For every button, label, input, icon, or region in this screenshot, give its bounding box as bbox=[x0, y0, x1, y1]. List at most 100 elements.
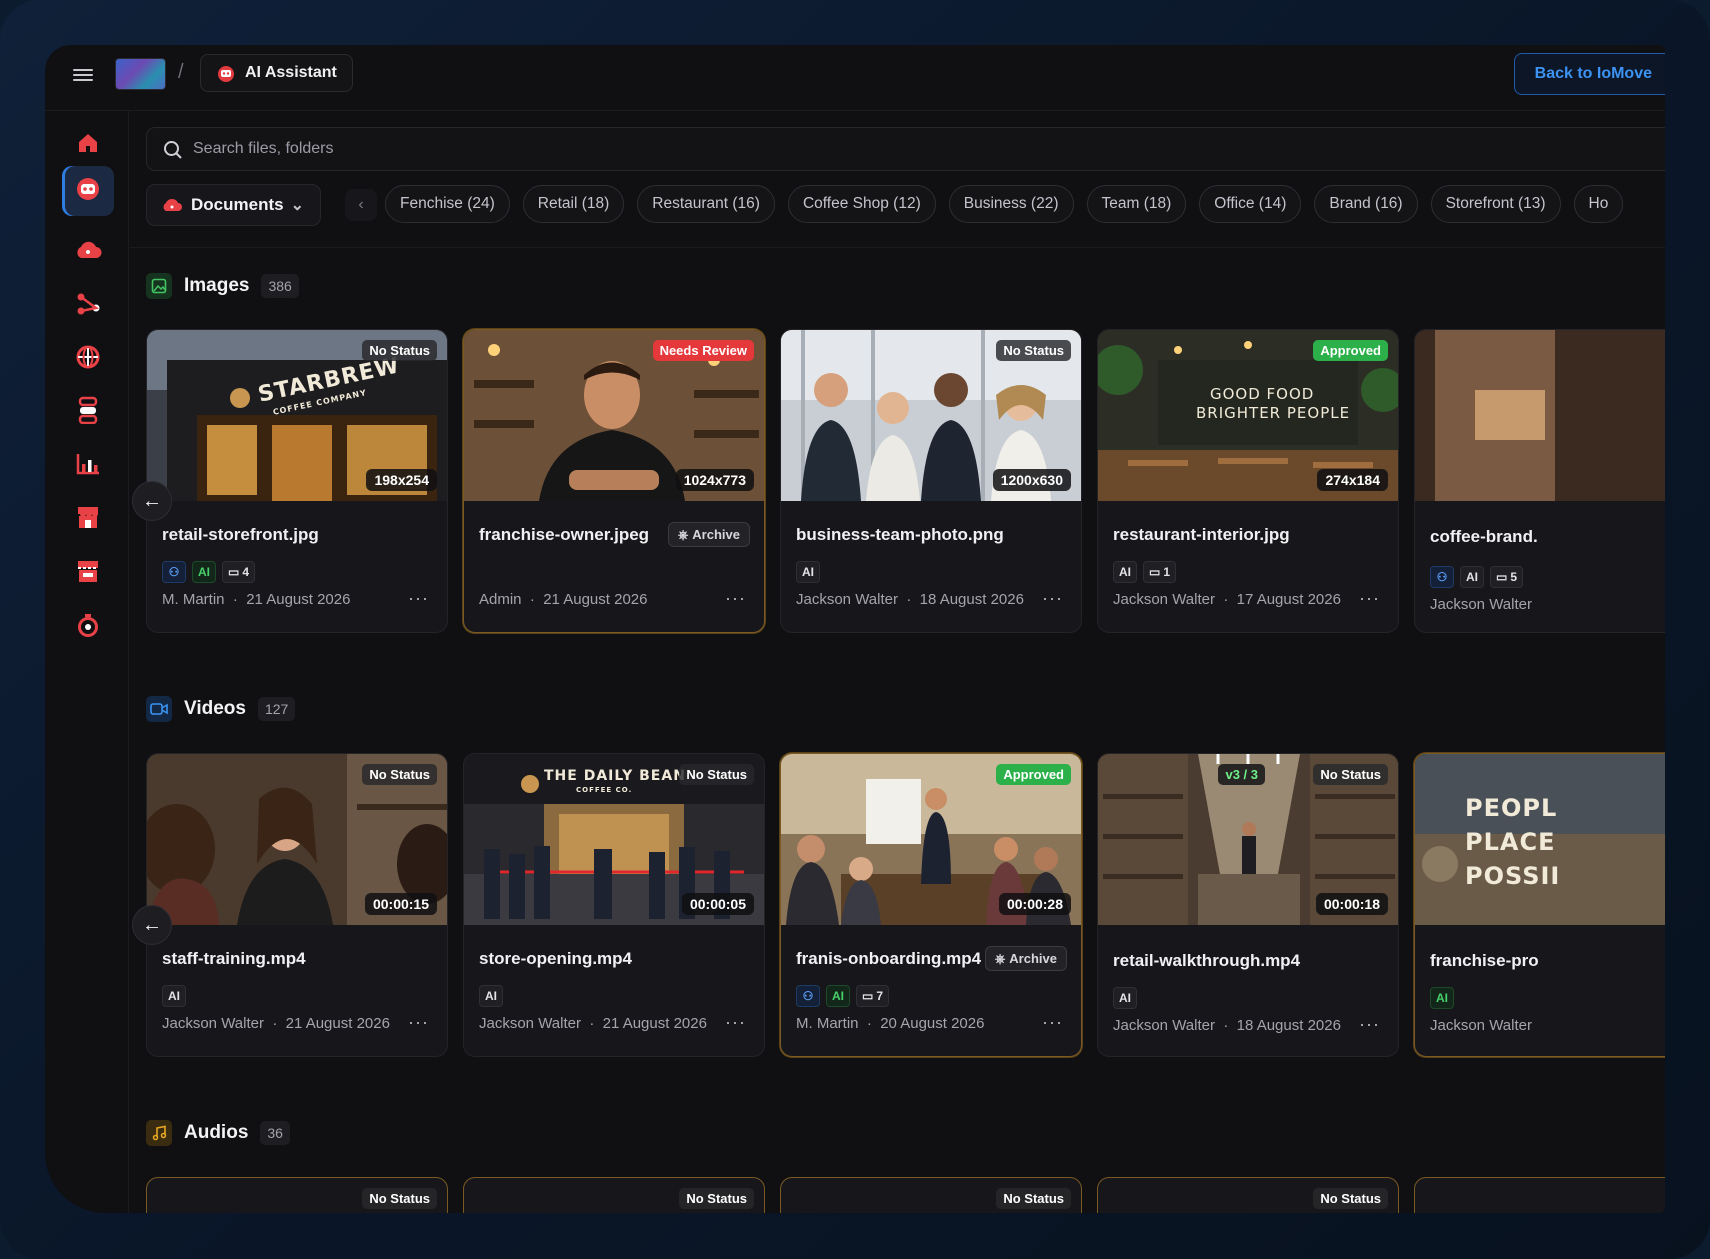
user-tag: ⚇ bbox=[796, 985, 820, 1007]
breadcrumb-separator: / bbox=[178, 61, 184, 83]
meta-separator: · bbox=[906, 591, 912, 608]
audio-card[interactable]: No Status bbox=[780, 1177, 1082, 1213]
store-sign-subtext: COFFEE CO. bbox=[576, 786, 633, 794]
sidebar-item-share[interactable] bbox=[62, 281, 114, 331]
chip-more[interactable]: Ho bbox=[1573, 185, 1624, 223]
archive-button[interactable]: ⎈ Archive bbox=[667, 522, 750, 547]
archive-icon: ⎈ bbox=[677, 526, 689, 542]
sidebar-item-home[interactable] bbox=[62, 120, 114, 170]
ai-tag: AI bbox=[192, 561, 216, 583]
video-card[interactable]: No Status 00:00:15 staff-training.mp4 AI… bbox=[146, 753, 448, 1057]
videos-section-header: Videos 127 bbox=[146, 696, 296, 722]
more-options-button[interactable]: ··· bbox=[1042, 588, 1063, 609]
back-to-app-button[interactable]: Back to IoMove bbox=[1513, 53, 1665, 95]
top-bar: / AI Assistant Back to IoMove bbox=[45, 45, 1665, 111]
meta-separator: · bbox=[529, 591, 535, 608]
videos-scroll-back-button[interactable]: ← bbox=[132, 905, 172, 945]
image-card[interactable]: No Status 1200x630 business-team-photo.p… bbox=[780, 329, 1082, 633]
more-options-button[interactable]: ··· bbox=[1359, 1014, 1380, 1035]
video-card[interactable]: v3 / 3 No Status 00:00:18 retail-walkthr… bbox=[1097, 753, 1399, 1057]
app-window: / AI Assistant Back to IoMove Search fil… bbox=[45, 45, 1665, 1213]
workspace-thumbnail[interactable] bbox=[115, 58, 166, 90]
archive-button[interactable]: ⎈ Archive bbox=[984, 946, 1067, 971]
author: Jackson Walter bbox=[479, 1015, 581, 1032]
more-options-button[interactable]: ··· bbox=[1042, 1012, 1063, 1033]
author: Jackson Walter bbox=[1113, 591, 1215, 608]
file-name: restaurant-interior.jpg bbox=[1113, 525, 1290, 544]
more-options-button[interactable]: ··· bbox=[408, 1012, 429, 1033]
file-name: coffee-brand. bbox=[1430, 527, 1538, 546]
image-card[interactable]: coffee-brand. ⚇ AI ▭ 5 Jackson Walter bbox=[1414, 329, 1665, 633]
chip-office[interactable]: Office (14) bbox=[1199, 185, 1302, 223]
tag-row: ⚇ AI ▭ 4 bbox=[162, 561, 256, 583]
images-scroll-back-button[interactable]: ← bbox=[132, 481, 172, 521]
video-card[interactable]: PEOPL PLACE POSSII franchise-pro AI Jack… bbox=[1414, 753, 1665, 1057]
search-input[interactable]: Search files, folders bbox=[146, 127, 1665, 171]
sidebar-item-cloud[interactable] bbox=[62, 227, 114, 277]
chip-coffee-shop[interactable]: Coffee Shop (12) bbox=[787, 185, 936, 223]
file-name: retail-walkthrough.mp4 bbox=[1113, 951, 1301, 970]
file-meta: Jackson Walter · 18 August 2026 bbox=[1113, 1017, 1341, 1034]
main-content: Search files, folders Documents ⌄ ‹ Fenc… bbox=[130, 111, 1665, 1213]
chip-retail[interactable]: Retail (18) bbox=[522, 185, 625, 223]
video-thumbnail: No Status 00:00:15 bbox=[147, 754, 447, 925]
ai-assistant-icon bbox=[75, 176, 101, 207]
duration-label: 00:00:05 bbox=[681, 893, 754, 915]
duration-label: 00:00:18 bbox=[1315, 893, 1388, 915]
chart-icon bbox=[75, 452, 101, 481]
author: M. Martin bbox=[796, 1015, 859, 1032]
hamburger-menu-icon[interactable] bbox=[73, 66, 93, 86]
chip-storefront[interactable]: Storefront (13) bbox=[1430, 185, 1561, 223]
file-name: franchise-owner.jpeg bbox=[479, 525, 650, 544]
image-thumbnail: GOOD FOOD BRIGHTER PEOPLE Approved 274x1… bbox=[1098, 330, 1398, 501]
chip-restaurant[interactable]: Restaurant (16) bbox=[637, 185, 775, 223]
date: 21 August 2026 bbox=[285, 1015, 390, 1032]
sidebar-item-shop[interactable] bbox=[62, 548, 114, 598]
chip-franchise[interactable]: Fenchise (24) bbox=[385, 185, 510, 223]
image-card[interactable]: STARBREW COFFEE COMPANY No Status 198x25… bbox=[146, 329, 448, 633]
chip-scroll-left-button[interactable]: ‹ bbox=[345, 189, 377, 221]
audio-card[interactable] bbox=[1414, 1177, 1665, 1213]
sidebar-item-analytics[interactable] bbox=[62, 441, 114, 491]
video-card[interactable]: Approved 00:00:28 franis-onboarding.mp4 … bbox=[780, 753, 1082, 1057]
audio-card[interactable]: No Status bbox=[146, 1177, 448, 1213]
tag-row: AI bbox=[479, 985, 503, 1007]
meta-separator: · bbox=[866, 1015, 872, 1032]
ai-tag: AI bbox=[1430, 987, 1454, 1009]
chip-team[interactable]: Team (18) bbox=[1086, 185, 1187, 223]
shop-icon bbox=[75, 558, 101, 589]
sidebar-item-store[interactable] bbox=[62, 494, 114, 544]
image-card[interactable]: GOOD FOOD BRIGHTER PEOPLE Approved 274x1… bbox=[1097, 329, 1399, 633]
audio-card[interactable]: No Status bbox=[463, 1177, 765, 1213]
poster-line3: POSSII bbox=[1465, 862, 1561, 890]
dimensions-label: 1200x630 bbox=[992, 469, 1071, 491]
image-card[interactable]: Needs Review 1024x773 franchise-owner.jp… bbox=[463, 329, 765, 633]
comment-tag: ▭ 5 bbox=[1490, 566, 1524, 588]
sidebar-item-network[interactable] bbox=[62, 387, 114, 437]
arrow-left-icon: ← bbox=[142, 489, 162, 512]
chip-business[interactable]: Business (22) bbox=[948, 185, 1074, 223]
date: 18 August 2026 bbox=[1236, 1017, 1341, 1034]
more-options-button[interactable]: ··· bbox=[408, 588, 429, 609]
more-options-button[interactable]: ··· bbox=[725, 588, 746, 609]
user-tag: ⚇ bbox=[162, 561, 186, 583]
more-options-button[interactable]: ··· bbox=[725, 1012, 746, 1033]
audios-section-header: Audios 36 bbox=[146, 1120, 290, 1146]
tag-row: ⚇ AI ▭ 7 bbox=[796, 985, 890, 1007]
sidebar-item-timer[interactable] bbox=[62, 602, 114, 652]
ai-tag: AI bbox=[1460, 566, 1484, 588]
tag-row: AI bbox=[1113, 987, 1137, 1009]
sidebar-item-ai-assistant[interactable] bbox=[62, 166, 114, 216]
file-type-select[interactable]: Documents ⌄ bbox=[146, 184, 321, 226]
audio-card[interactable]: No Status bbox=[1097, 1177, 1399, 1213]
video-card[interactable]: THE DAILY BEAN COFFEE CO. No Status 00:0… bbox=[463, 753, 765, 1057]
comment-icon: ▭ bbox=[228, 565, 240, 579]
chip-brand[interactable]: Brand (16) bbox=[1314, 185, 1418, 223]
ai-assistant-breadcrumb[interactable]: AI Assistant bbox=[200, 54, 353, 92]
archive-icon: ⎈ bbox=[994, 950, 1006, 966]
ai-assistant-label: AI Assistant bbox=[245, 64, 337, 81]
more-options-button[interactable]: ··· bbox=[1359, 588, 1380, 609]
image-thumbnail: Needs Review 1024x773 bbox=[464, 330, 764, 501]
sidebar-item-globe[interactable] bbox=[62, 334, 114, 384]
video-icon bbox=[146, 696, 172, 722]
